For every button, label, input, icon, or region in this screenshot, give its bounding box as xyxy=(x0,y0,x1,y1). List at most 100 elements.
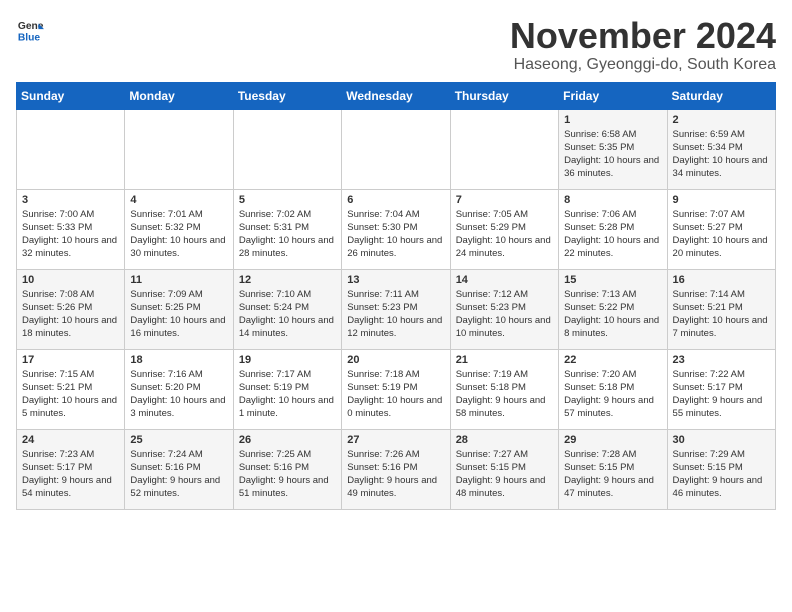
day-number: 15 xyxy=(564,274,661,286)
calendar-cell xyxy=(450,109,558,189)
day-header-thursday: Thursday xyxy=(450,82,558,109)
day-number: 11 xyxy=(130,274,227,286)
day-info: Sunrise: 7:25 AM Sunset: 5:16 PM Dayligh… xyxy=(239,448,336,501)
day-number: 18 xyxy=(130,354,227,366)
calendar-header-row: SundayMondayTuesdayWednesdayThursdayFrid… xyxy=(17,82,776,109)
calendar-week-row: 1 Sunrise: 6:58 AM Sunset: 5:35 PM Daylig… xyxy=(17,109,776,189)
day-info: Sunrise: 7:01 AM Sunset: 5:32 PM Dayligh… xyxy=(130,208,227,261)
day-info: Sunrise: 7:23 AM Sunset: 5:17 PM Dayligh… xyxy=(22,448,119,501)
day-info: Sunrise: 7:09 AM Sunset: 5:25 PM Dayligh… xyxy=(130,288,227,341)
calendar-cell: 9Sunrise: 7:07 AM Sunset: 5:27 PM Daylig… xyxy=(667,189,775,269)
day-number: 13 xyxy=(347,274,444,286)
calendar-cell: 12Sunrise: 7:10 AM Sunset: 5:24 PM Dayli… xyxy=(233,269,341,349)
day-info: Sunrise: 7:12 AM Sunset: 5:23 PM Dayligh… xyxy=(456,288,553,341)
day-number: 8 xyxy=(564,194,661,206)
calendar-cell: 14 Sunrise: 7:12 AM Sunset: 5:23 PM Dayli… xyxy=(450,269,558,349)
calendar-cell: 15 Sunrise: 7:13 AM Sunset: 5:22 PM Dayli… xyxy=(559,269,667,349)
calendar-cell: 1 Sunrise: 6:58 AM Sunset: 5:35 PM Daylig… xyxy=(559,109,667,189)
day-info: Sunrise: 7:18 AM Sunset: 5:19 PM Dayligh… xyxy=(347,368,444,421)
day-number: 6 xyxy=(347,194,444,206)
day-number: 29 xyxy=(564,434,661,446)
calendar-cell: 26 Sunrise: 7:25 AM Sunset: 5:16 PM Dayli… xyxy=(233,429,341,509)
calendar-cell: 23 Sunrise: 7:22 AM Sunset: 5:17 PM Dayli… xyxy=(667,349,775,429)
calendar-cell xyxy=(125,109,233,189)
day-number: 1 xyxy=(564,114,661,126)
day-info: Sunrise: 7:17 AM Sunset: 5:19 PM Dayligh… xyxy=(239,368,336,421)
calendar-cell: 8 Sunrise: 7:06 AM Sunset: 5:28 PM Daylig… xyxy=(559,189,667,269)
day-number: 17 xyxy=(22,354,119,366)
day-number: 25 xyxy=(130,434,227,446)
day-info: Sunrise: 7:19 AM Sunset: 5:18 PM Dayligh… xyxy=(456,368,553,421)
calendar-cell xyxy=(17,109,125,189)
day-info: Sunrise: 6:58 AM Sunset: 5:35 PM Dayligh… xyxy=(564,128,661,181)
day-header-saturday: Saturday xyxy=(667,82,775,109)
day-info: Sunrise: 7:14 AM Sunset: 5:21 PM Dayligh… xyxy=(673,288,770,341)
day-info: Sunrise: 7:04 AM Sunset: 5:30 PM Dayligh… xyxy=(347,208,444,261)
calendar-cell: 17Sunrise: 7:15 AM Sunset: 5:21 PM Dayli… xyxy=(17,349,125,429)
location-title: Haseong, Gyeonggi-do, South Korea xyxy=(510,56,776,74)
svg-text:Blue: Blue xyxy=(18,32,41,43)
day-header-sunday: Sunday xyxy=(17,82,125,109)
calendar-cell: 13 Sunrise: 7:11 AM Sunset: 5:23 PM Dayli… xyxy=(342,269,450,349)
day-info: Sunrise: 7:22 AM Sunset: 5:17 PM Dayligh… xyxy=(673,368,770,421)
calendar-week-row: 3Sunrise: 7:00 AM Sunset: 5:33 PM Daylig… xyxy=(17,189,776,269)
day-info: Sunrise: 7:08 AM Sunset: 5:26 PM Dayligh… xyxy=(22,288,119,341)
calendar-cell: 11 Sunrise: 7:09 AM Sunset: 5:25 PM Dayli… xyxy=(125,269,233,349)
calendar-cell: 10 Sunrise: 7:08 AM Sunset: 5:26 PM Dayli… xyxy=(17,269,125,349)
calendar-cell: 25 Sunrise: 7:24 AM Sunset: 5:16 PM Dayli… xyxy=(125,429,233,509)
calendar-cell: 28Sunrise: 7:27 AM Sunset: 5:15 PM Dayli… xyxy=(450,429,558,509)
day-header-friday: Friday xyxy=(559,82,667,109)
day-number: 26 xyxy=(239,434,336,446)
calendar-week-row: 17Sunrise: 7:15 AM Sunset: 5:21 PM Dayli… xyxy=(17,349,776,429)
day-header-tuesday: Tuesday xyxy=(233,82,341,109)
calendar-cell: 29 Sunrise: 7:28 AM Sunset: 5:15 PM Dayli… xyxy=(559,429,667,509)
logo-icon: General Blue xyxy=(16,16,44,44)
day-number: 24 xyxy=(22,434,119,446)
day-number: 16 xyxy=(673,274,770,286)
calendar-cell: 27 Sunrise: 7:26 AM Sunset: 5:16 PM Dayli… xyxy=(342,429,450,509)
day-info: Sunrise: 7:29 AM Sunset: 5:15 PM Dayligh… xyxy=(673,448,770,501)
day-info: Sunrise: 7:13 AM Sunset: 5:22 PM Dayligh… xyxy=(564,288,661,341)
day-info: Sunrise: 7:06 AM Sunset: 5:28 PM Dayligh… xyxy=(564,208,661,261)
day-number: 21 xyxy=(456,354,553,366)
calendar-cell: 6 Sunrise: 7:04 AM Sunset: 5:30 PM Daylig… xyxy=(342,189,450,269)
calendar-week-row: 24 Sunrise: 7:23 AM Sunset: 5:17 PM Dayli… xyxy=(17,429,776,509)
day-number: 7 xyxy=(456,194,553,206)
day-header-wednesday: Wednesday xyxy=(342,82,450,109)
calendar-week-row: 10 Sunrise: 7:08 AM Sunset: 5:26 PM Dayli… xyxy=(17,269,776,349)
calendar-cell: 7Sunrise: 7:05 AM Sunset: 5:29 PM Daylig… xyxy=(450,189,558,269)
calendar-cell: 20 Sunrise: 7:18 AM Sunset: 5:19 PM Dayli… xyxy=(342,349,450,429)
calendar-cell: 16 Sunrise: 7:14 AM Sunset: 5:21 PM Dayli… xyxy=(667,269,775,349)
day-info: Sunrise: 7:11 AM Sunset: 5:23 PM Dayligh… xyxy=(347,288,444,341)
calendar-table: SundayMondayTuesdayWednesdayThursdayFrid… xyxy=(16,82,776,510)
day-number: 14 xyxy=(456,274,553,286)
calendar-cell: 22 Sunrise: 7:20 AM Sunset: 5:18 PM Dayli… xyxy=(559,349,667,429)
calendar-cell: 19 Sunrise: 7:17 AM Sunset: 5:19 PM Dayli… xyxy=(233,349,341,429)
calendar-cell: 18 Sunrise: 7:16 AM Sunset: 5:20 PM Dayli… xyxy=(125,349,233,429)
calendar-cell xyxy=(233,109,341,189)
day-info: Sunrise: 7:20 AM Sunset: 5:18 PM Dayligh… xyxy=(564,368,661,421)
month-title: November 2024 xyxy=(510,16,776,56)
title-section: November 2024 Haseong, Gyeonggi-do, Sout… xyxy=(510,16,776,74)
day-number: 4 xyxy=(130,194,227,206)
day-number: 22 xyxy=(564,354,661,366)
day-number: 19 xyxy=(239,354,336,366)
day-info: Sunrise: 6:59 AM Sunset: 5:34 PM Dayligh… xyxy=(673,128,770,181)
day-info: Sunrise: 7:10 AM Sunset: 5:24 PM Dayligh… xyxy=(239,288,336,341)
calendar-cell: 2 Sunrise: 6:59 AM Sunset: 5:34 PM Daylig… xyxy=(667,109,775,189)
calendar-cell: 21 Sunrise: 7:19 AM Sunset: 5:18 PM Dayli… xyxy=(450,349,558,429)
day-info: Sunrise: 7:24 AM Sunset: 5:16 PM Dayligh… xyxy=(130,448,227,501)
day-info: Sunrise: 7:28 AM Sunset: 5:15 PM Dayligh… xyxy=(564,448,661,501)
calendar-cell: 4 Sunrise: 7:01 AM Sunset: 5:32 PM Daylig… xyxy=(125,189,233,269)
day-number: 9 xyxy=(673,194,770,206)
day-number: 5 xyxy=(239,194,336,206)
day-info: Sunrise: 7:16 AM Sunset: 5:20 PM Dayligh… xyxy=(130,368,227,421)
day-info: Sunrise: 7:26 AM Sunset: 5:16 PM Dayligh… xyxy=(347,448,444,501)
day-number: 2 xyxy=(673,114,770,126)
day-number: 10 xyxy=(22,274,119,286)
day-number: 23 xyxy=(673,354,770,366)
day-number: 27 xyxy=(347,434,444,446)
day-number: 20 xyxy=(347,354,444,366)
logo: General Blue xyxy=(16,16,44,44)
day-number: 3 xyxy=(22,194,119,206)
